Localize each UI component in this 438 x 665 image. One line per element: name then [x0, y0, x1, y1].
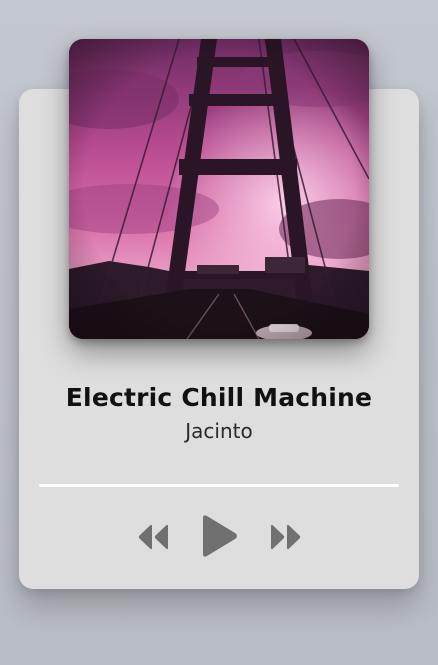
- progress-bar[interactable]: [39, 484, 399, 487]
- play-button[interactable]: [199, 514, 239, 558]
- rewind-icon: [138, 524, 168, 550]
- fast-forward-icon: [271, 524, 301, 550]
- album-art: [69, 39, 369, 339]
- album-art-image: [69, 39, 369, 339]
- track-title: Electric Chill Machine: [65, 383, 373, 412]
- previous-track-button[interactable]: [137, 523, 171, 551]
- next-track-button[interactable]: [268, 523, 302, 551]
- play-icon: [203, 515, 237, 557]
- app-background: Electric Chill Machine Jacinto: [0, 0, 438, 665]
- artist-name: Jacinto: [185, 419, 253, 443]
